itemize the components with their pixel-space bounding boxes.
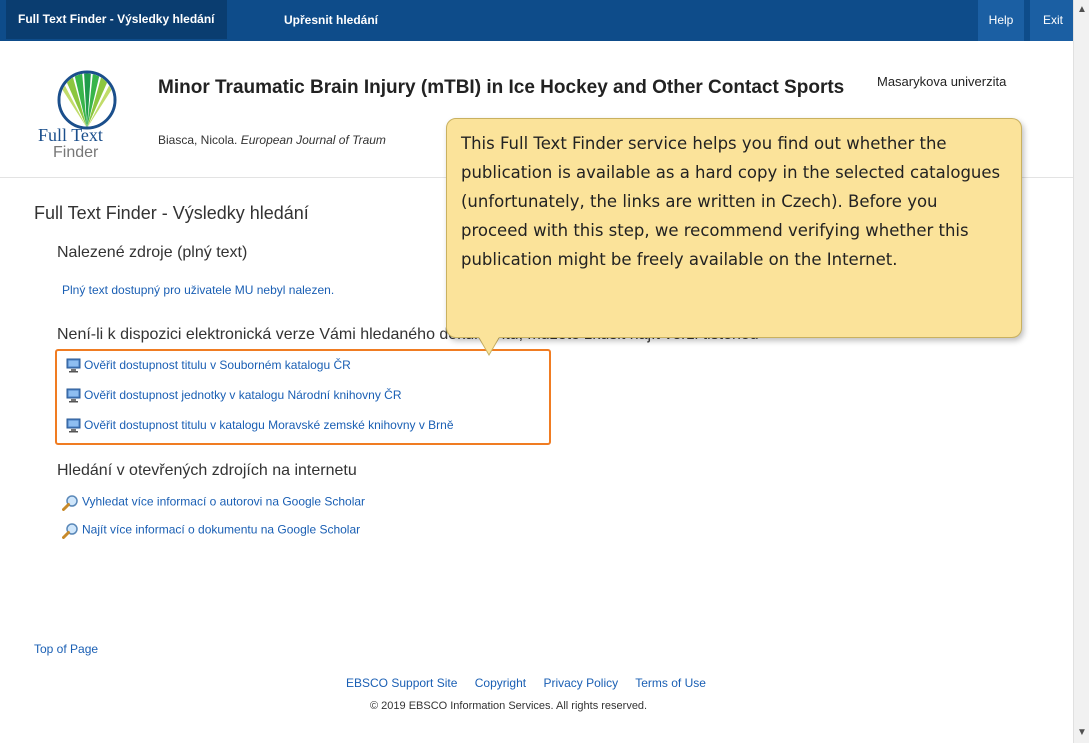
page: Full Text Finder - Výsledky hledání Upře… (0, 0, 1089, 743)
monitor-icon (66, 388, 81, 403)
magnifier-icon (62, 495, 78, 511)
monitor-icon (66, 418, 81, 433)
tooltip-arrow (479, 337, 499, 354)
catalog-link-label: Ověřit dostupnost titulu v Souborném kat… (84, 358, 351, 372)
article-title: Minor Traumatic Brain Injury (mTBI) in I… (158, 77, 845, 98)
magnifier-icon (62, 523, 78, 539)
logo-text-full-text: Full Text (38, 125, 103, 145)
catalog-link-label: Ověřit dostupnost titulu v katalogu Mora… (84, 418, 454, 432)
article-author: Biasca, Nicola. (158, 133, 238, 147)
exit-button[interactable]: Exit (1030, 0, 1076, 41)
catalog-link-souborny[interactable]: Ověřit dostupnost titulu v Souborném kat… (66, 358, 351, 373)
institution-name: Masarykova univerzita (877, 74, 1007, 89)
footer-links: EBSCO Support Site Copyright Privacy Pol… (346, 676, 720, 690)
full-text-not-found-link[interactable]: Plný text dostupný pro uživatele MU neby… (62, 283, 334, 297)
catalog-link-moravska[interactable]: Ověřit dostupnost titulu v katalogu Mora… (66, 418, 454, 433)
catalog-link-narodni[interactable]: Ověřit dostupnost jednotky v katalogu Ná… (66, 388, 402, 403)
footer-link-terms[interactable]: Terms of Use (635, 676, 706, 690)
scholar-link-label: Vyhledat více informací o autorovi na Go… (82, 494, 366, 509)
article-citation: Biasca, Nicola. European Journal of Trau… (158, 133, 386, 147)
scholar-document-link[interactable]: Najít více informací o dokumentu na Goog… (62, 522, 360, 539)
copyright-notice: © 2019 EBSCO Information Services. All r… (370, 700, 648, 712)
monitor-icon (66, 358, 81, 373)
help-tooltip: This Full Text Finder service helps you … (446, 118, 1022, 338)
footer-link-support[interactable]: EBSCO Support Site (346, 676, 457, 690)
tab-results[interactable]: Full Text Finder - Výsledky hledání (6, 0, 227, 39)
scholar-link-label: Najít více informací o dokumentu na Goog… (82, 522, 361, 537)
article-journal: European Journal of Traum (240, 133, 386, 147)
open-sources-heading: Hledání v otevřených zdrojích na interne… (57, 462, 357, 479)
catalog-link-label: Ověřit dostupnost jednotky v katalogu Ná… (84, 388, 402, 402)
tab-refine-search[interactable]: Upřesnit hledání (272, 0, 390, 41)
scholar-author-link[interactable]: Vyhledat více informací o autorovi na Go… (62, 494, 365, 511)
footer-link-privacy[interactable]: Privacy Policy (543, 676, 618, 690)
top-of-page-link[interactable]: Top of Page (34, 642, 98, 656)
top-nav-bar: Full Text Finder - Výsledky hledání Upře… (0, 0, 1076, 41)
logo-text-finder: Finder (53, 144, 99, 161)
scroll-down-icon[interactable]: ▼ (1074, 725, 1089, 741)
vertical-scrollbar[interactable]: ▲ ▼ (1073, 0, 1089, 743)
help-button[interactable]: Help (978, 0, 1024, 41)
found-sources-heading: Nalezené zdroje (plný text) (57, 244, 248, 261)
footer-link-copyright[interactable]: Copyright (475, 676, 526, 690)
page-title: Full Text Finder - Výsledky hledání (34, 203, 309, 223)
scroll-up-icon[interactable]: ▲ (1074, 2, 1089, 18)
